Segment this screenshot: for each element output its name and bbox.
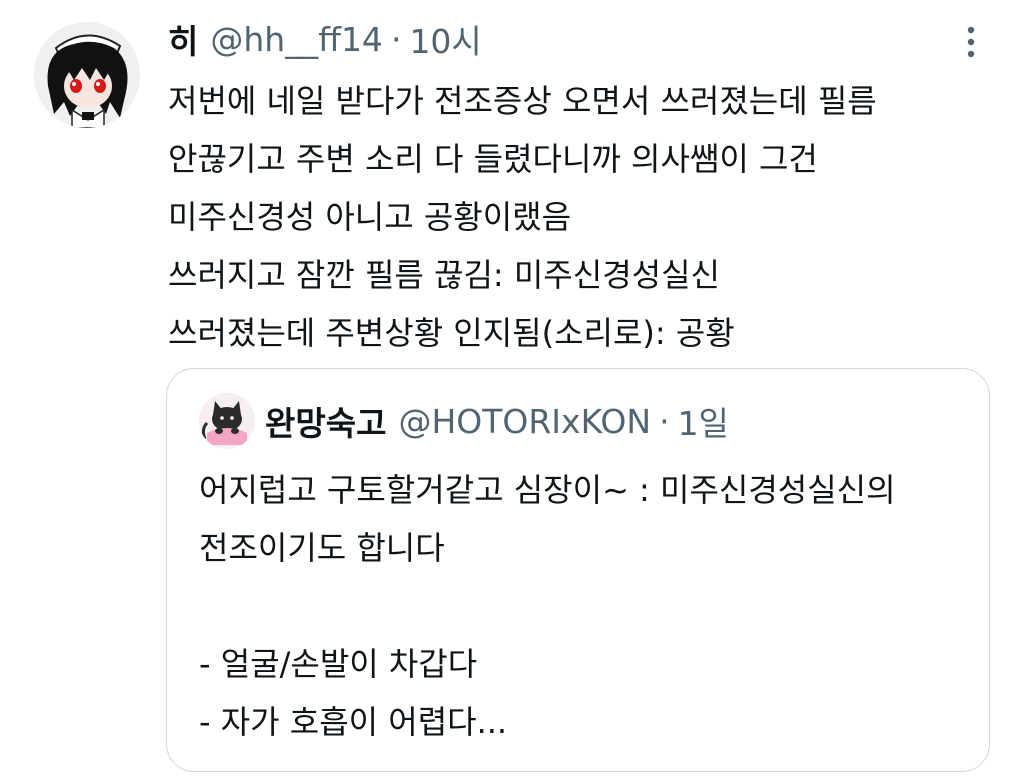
separator-dot: ·	[390, 19, 402, 59]
quote-header: 완망숙고 @HOTORIxKON · 1일	[265, 395, 729, 447]
tweet-body-line: 미주신경성 아니고 공황이랬음	[168, 198, 572, 236]
quote-author-handle[interactable]: @HOTORIxKON	[398, 402, 651, 441]
tweet-body: 저번에 네일 받다가 전조증상 오면서 쓰러졌는데 필름 안끊기고 주변 소리 …	[168, 72, 968, 362]
cat-avatar-image	[199, 393, 255, 449]
tweet-body-line: 쓰러졌는데 주변상황 인지됨(소리로): 공황	[168, 314, 735, 352]
quote-body-line-blank	[199, 577, 969, 635]
tweet-header: 히 @hh__ff14 · 10시	[168, 14, 482, 64]
more-vertical-icon[interactable]	[958, 22, 984, 62]
quote-body: 어지럽고 구토할거같고 심장이~ : 미주신경성실신의 전조이기도 합니다 - …	[199, 461, 969, 751]
quote-body-line: - 얼굴/손발이 차갑다	[199, 645, 478, 683]
quote-body-line: - 자가 호흡이 어렵다...	[199, 703, 508, 741]
quote-body-line: 어지럽고 구토할거같고 심장이~ : 미주신경성실신의	[199, 471, 896, 509]
tweet-timestamp[interactable]: 10시	[409, 15, 481, 63]
tweet-body-line: 쓰러지고 잠깐 필름 끊김: 미주신경성실신	[168, 256, 720, 294]
quoted-tweet-card[interactable]: 완망숙고 @HOTORIxKON · 1일 어지럽고 구토할거같고 심장이~ :…	[166, 368, 990, 772]
tweet-body-line: 안끊기고 주변 소리 다 들렸다니까 의사쌤이 그건	[168, 140, 818, 178]
author-name[interactable]: 히	[168, 15, 198, 63]
author-handle[interactable]: @hh__ff14	[210, 20, 383, 59]
anime-character-avatar-image	[34, 22, 140, 128]
quote-author-avatar[interactable]	[199, 393, 255, 449]
separator-dot: ·	[659, 401, 670, 441]
quote-author-name[interactable]: 완망숙고	[265, 397, 386, 445]
tweet-body-line: 저번에 네일 받다가 전조증상 오면서 쓰러졌는데 필름	[168, 82, 877, 120]
quote-body-line: 전조이기도 합니다	[199, 529, 445, 567]
tweet[interactable]: 히 @hh__ff14 · 10시 저번에 네일 받다가 전조증상 오면서 쓰러…	[0, 0, 1024, 781]
author-avatar[interactable]	[34, 22, 140, 128]
quote-timestamp[interactable]: 1일	[678, 397, 729, 445]
